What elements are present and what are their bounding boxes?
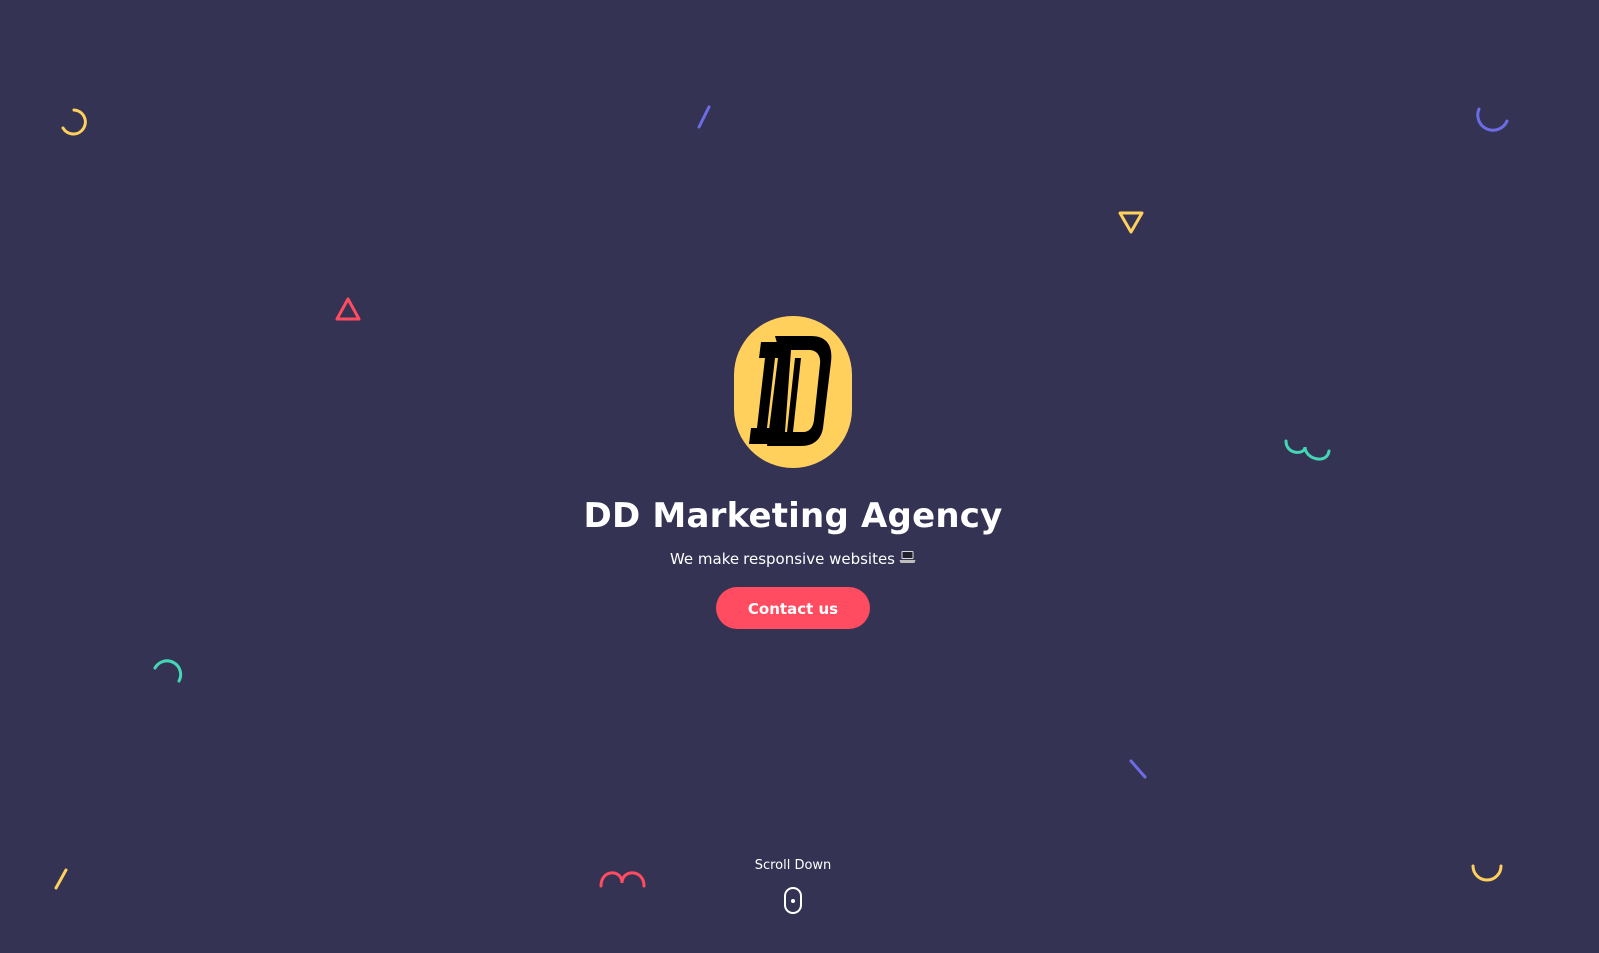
triangle-shape (1118, 211, 1144, 234)
scroll-down-hint[interactable]: Scroll Down (0, 857, 1586, 914)
line-shape (697, 105, 711, 129)
tagline-rotating-text: responsive websites (743, 550, 895, 568)
line-shape (1129, 759, 1147, 779)
contact-us-button[interactable]: Contact us (716, 587, 870, 629)
arc-shape (153, 659, 183, 683)
tagline-prefix: We make (669, 550, 740, 568)
laptop-icon (899, 549, 916, 569)
page-title: DD Marketing Agency (583, 496, 1003, 536)
tagline: We make responsive websites (670, 549, 916, 569)
arc-shape (1476, 107, 1509, 132)
hero-section: DD Marketing Agency We make responsive w… (0, 316, 1586, 629)
mouse-icon (784, 887, 802, 914)
hero-page: DD Marketing Agency We make responsive w… (0, 0, 1599, 953)
logo-mark-icon (749, 336, 832, 446)
arc-shape (61, 108, 87, 136)
mouse-wheel-dot (791, 898, 795, 903)
scroll-down-label: Scroll Down (754, 858, 832, 873)
dd-monogram-logo (734, 316, 852, 468)
